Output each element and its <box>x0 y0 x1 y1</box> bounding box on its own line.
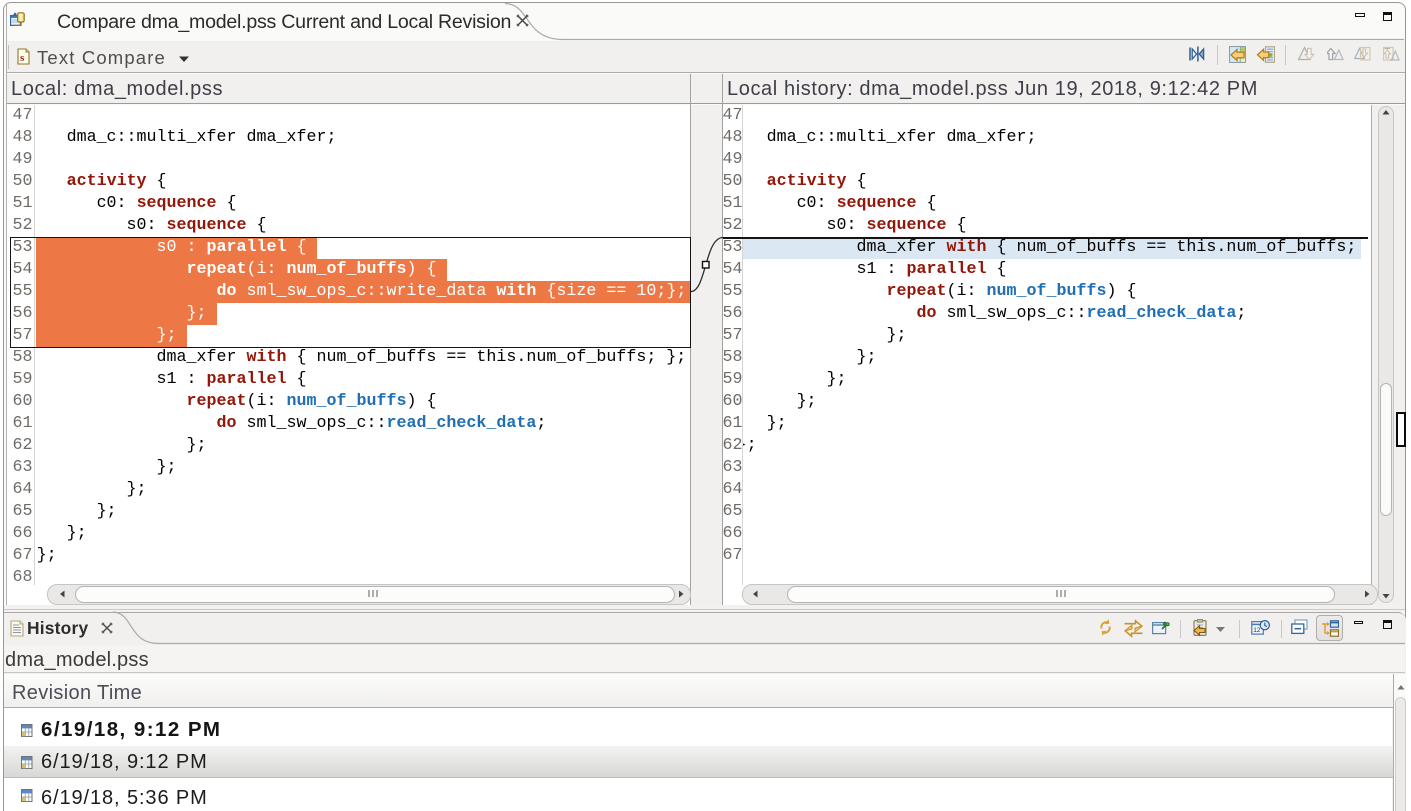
svg-text:12: 12 <box>1253 627 1261 634</box>
svg-text:s: s <box>20 52 25 64</box>
